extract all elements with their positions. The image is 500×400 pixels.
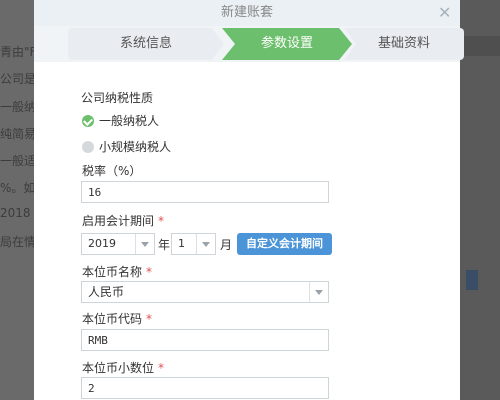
- month-select-value: 1: [178, 237, 185, 250]
- unchecked-radio-icon: [82, 140, 94, 153]
- step-parameter-settings[interactable]: 参数设置: [222, 28, 352, 60]
- taxpayer-label: 公司纳税性质: [81, 91, 154, 105]
- background-text-line: 公司是: [0, 72, 37, 86]
- background-text-line: 青由"F: [0, 45, 37, 59]
- currency-decimals-input[interactable]: 2: [81, 377, 329, 399]
- currency-code-label: 本位币代码 *: [82, 310, 152, 327]
- custom-period-button[interactable]: 自定义会计期间: [237, 233, 332, 255]
- currency-code-input[interactable]: RMB: [81, 329, 329, 351]
- background-text-line: 纯简易: [0, 127, 37, 141]
- currency-name-select[interactable]: 人民币: [81, 281, 329, 303]
- background-text-line: %。如: [0, 181, 36, 195]
- tax-rate-input[interactable]: 16: [81, 181, 329, 203]
- new-account-dialog: 新建账套 ✕ 系统信息 参数设置 基础资料 公司纳税性质 一般纳税人 小规模纳税…: [34, 0, 464, 400]
- radio-general-taxpayer-label: 一般纳税人: [99, 114, 160, 128]
- background-right-bar: [462, 36, 500, 56]
- period-label: 启用会计期间 *: [82, 212, 164, 229]
- currency-name-value: 人民币: [88, 285, 125, 299]
- chevron-down-icon[interactable]: [196, 234, 215, 254]
- required-mark: *: [158, 361, 165, 375]
- close-icon[interactable]: ✕: [438, 3, 451, 23]
- radio-small-scale-taxpayer-label: 小规模纳税人: [99, 140, 172, 154]
- year-select[interactable]: 2019: [81, 233, 155, 255]
- year-unit: 年: [158, 238, 171, 252]
- month-unit: 月: [220, 238, 233, 252]
- background-page-left: 青由"F 公司是 一般纳 纯简易 一般适 %。如 2018 局在情: [0, 0, 37, 400]
- radio-small-scale-taxpayer[interactable]: 小规模纳税人: [82, 138, 171, 155]
- dialog-titlebar: 新建账套: [34, 0, 460, 26]
- background-text-line: 一般适: [0, 154, 37, 168]
- period-label-text: 启用会计期间: [82, 214, 155, 228]
- currency-decimals-label: 本位币小数位 *: [82, 359, 164, 376]
- step-basic-data[interactable]: 基础资料: [344, 28, 464, 60]
- tax-rate-label: 税率（%）: [82, 164, 142, 178]
- step-system-info[interactable]: 系统信息: [68, 28, 224, 60]
- month-select[interactable]: 1: [171, 233, 216, 255]
- currency-name-label: 本位币名称 *: [82, 263, 152, 280]
- background-text-line: 局在情: [0, 235, 37, 249]
- chevron-down-icon[interactable]: [309, 282, 328, 302]
- background-right-chip: [466, 270, 478, 290]
- currency-code-label-text: 本位币代码: [82, 312, 143, 326]
- chevron-down-icon[interactable]: [135, 234, 154, 254]
- dialog-title: 新建账套: [220, 5, 273, 20]
- year-select-value: 2019: [88, 237, 116, 250]
- required-mark: *: [158, 214, 165, 228]
- background-text-line: 2018: [0, 206, 31, 220]
- required-mark: *: [146, 265, 153, 279]
- required-mark: *: [146, 312, 153, 326]
- radio-general-taxpayer[interactable]: 一般纳税人: [82, 112, 159, 129]
- background-page-right: [460, 0, 500, 400]
- currency-name-label-text: 本位币名称: [82, 265, 143, 279]
- background-text-line: 一般纳: [0, 100, 37, 114]
- checked-radio-icon: [82, 114, 94, 127]
- currency-decimals-label-text: 本位币小数位: [82, 361, 155, 375]
